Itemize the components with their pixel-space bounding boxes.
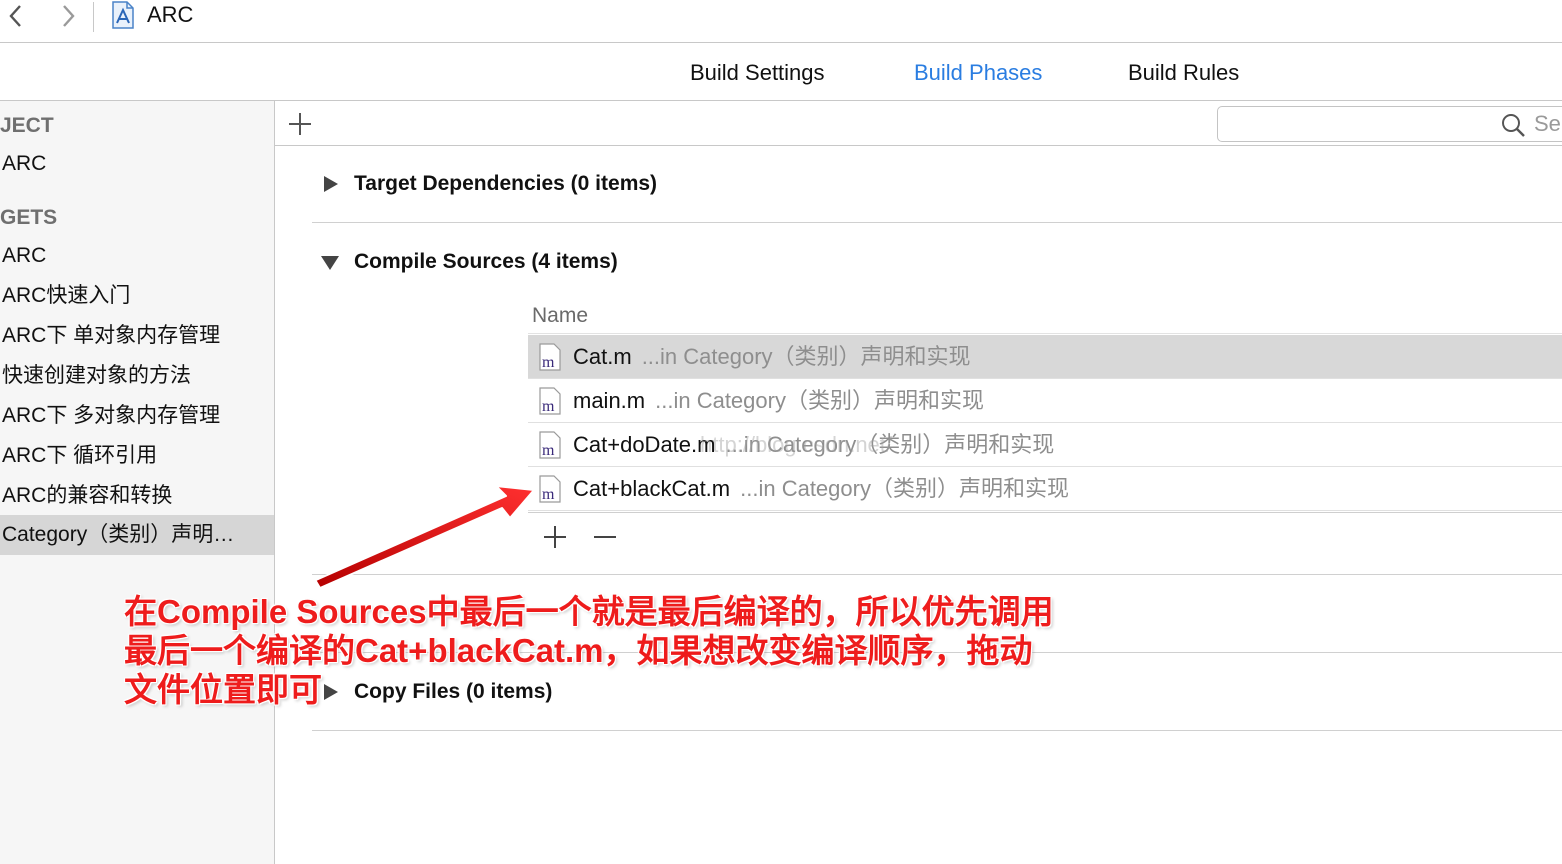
sidebar-targets-header: GETS	[0, 206, 58, 229]
editor-tab-bar: Build Settings Build Phases Build Rules	[0, 43, 1562, 101]
objc-source-file-icon: m	[539, 387, 561, 415]
sidebar-item-target[interactable]: ARC	[2, 243, 46, 269]
tab-build-phases[interactable]: Build Phases	[914, 59, 1042, 87]
file-name: Cat+blackCat.m	[573, 476, 731, 501]
annotation-line: 最后一个编译的Cat+blackCat.m，如果想改变编译顺序，拖动	[124, 632, 1033, 669]
divider	[528, 333, 1562, 334]
search-placeholder: Se	[1534, 111, 1561, 136]
sidebar-item-target[interactable]: ARC下 多对象内存管理	[2, 403, 220, 429]
sidebar-item-target[interactable]: ARC下 循环引用	[2, 443, 157, 469]
sidebar-item-target[interactable]: ARC下 单对象内存管理	[2, 323, 220, 349]
file-name: Cat.m	[573, 344, 632, 369]
objc-source-file-icon: m	[539, 343, 561, 371]
add-build-phase-plus-icon[interactable]	[287, 111, 313, 137]
svg-text:m: m	[542, 442, 555, 459]
toolbar-divider	[93, 2, 94, 32]
file-path: ...in Category（类别）声明和实现	[655, 388, 984, 413]
xcode-project-icon	[111, 1, 135, 29]
sidebar-item-project-arc[interactable]: ARC	[2, 151, 46, 177]
add-file-plus-icon[interactable]	[542, 524, 568, 550]
compile-source-row[interactable]: m Cat+blackCat.m ...in Category（类别）声明和实现	[528, 467, 1562, 511]
file-name: main.m	[573, 388, 646, 413]
file-name: Cat+doDate.m	[573, 432, 716, 457]
watermark: http://blog.csdn.net/	[700, 432, 893, 457]
divider	[312, 730, 1562, 731]
objc-source-file-icon: m	[539, 431, 561, 459]
search-icon	[1500, 112, 1526, 138]
tab-build-rules[interactable]: Build Rules	[1128, 59, 1239, 87]
compile-source-row[interactable]: m Cat.m ...in Category（类别）声明和实现	[528, 335, 1562, 379]
file-path: ...in Category（类别）声明和实现	[641, 344, 971, 369]
annotation-callout: 在Compile Sources中最后一个就是最后编译的，所以优先调用 最后一个…	[124, 592, 1124, 709]
svg-text:m: m	[542, 354, 555, 371]
sidebar-item-target[interactable]: 快速创建对象的方法	[2, 363, 191, 389]
forward-arrow-icon[interactable]	[56, 2, 82, 30]
disclosure-triangle-collapsed-icon[interactable]	[324, 176, 338, 192]
file-path: ...in Category（类别）声明和实现	[740, 476, 1069, 501]
phase-target-dependencies[interactable]: Target Dependencies (0 items)	[354, 171, 657, 197]
tab-build-settings[interactable]: Build Settings	[690, 59, 825, 87]
divider	[312, 222, 1562, 223]
sidebar-item-target[interactable]: ARC快速入门	[2, 283, 130, 309]
annotation-line: 在Compile Sources中最后一个就是最后编译的，所以优先调用	[124, 593, 1054, 630]
phases-toolbar: Se	[275, 101, 1562, 146]
divider	[528, 512, 1562, 513]
search-field[interactable]: Se	[1217, 106, 1562, 142]
build-phases-editor: Se Target Dependencies (0 items) Compile…	[275, 101, 1562, 864]
remove-file-minus-icon[interactable]	[592, 524, 618, 550]
back-arrow-icon[interactable]	[4, 2, 30, 30]
objc-source-file-icon: m	[539, 475, 561, 503]
disclosure-triangle-expanded-icon[interactable]	[321, 256, 339, 270]
sidebar-project-header: JECT	[0, 114, 54, 137]
phase-compile-sources[interactable]: Compile Sources (4 items)	[354, 249, 618, 275]
compile-source-row[interactable]: m Cat+doDate.m ...in Category（类别）声明和实现	[528, 423, 1562, 467]
svg-text:m: m	[542, 486, 555, 503]
column-header-name[interactable]: Name	[532, 303, 588, 329]
project-navigator-sidebar: JECT ARC GETS ARC ARC快速入门 ARC下 单对象内存管理 快…	[0, 101, 275, 864]
file-entry: Cat+blackCat.m ...in Category（类别）声明和实现	[573, 475, 1069, 503]
sidebar-item-selected-target[interactable]: Category（类别）声明…	[0, 515, 274, 555]
file-entry: Cat.m ...in Category（类别）声明和实现	[573, 343, 971, 371]
sidebar-item-label: Category（类别）声明…	[2, 523, 235, 546]
annotation-line: 文件位置即可	[124, 671, 322, 708]
window-toolbar: ARC	[0, 0, 1562, 43]
sidebar-item-target[interactable]: ARC的兼容和转换	[2, 483, 172, 509]
compile-source-row[interactable]: m main.m ...in Category（类别）声明和实现	[528, 379, 1562, 423]
file-entry: main.m ...in Category（类别）声明和实现	[573, 387, 984, 415]
divider	[312, 574, 1562, 575]
project-title[interactable]: ARC	[147, 1, 193, 29]
svg-text:m: m	[542, 398, 555, 415]
